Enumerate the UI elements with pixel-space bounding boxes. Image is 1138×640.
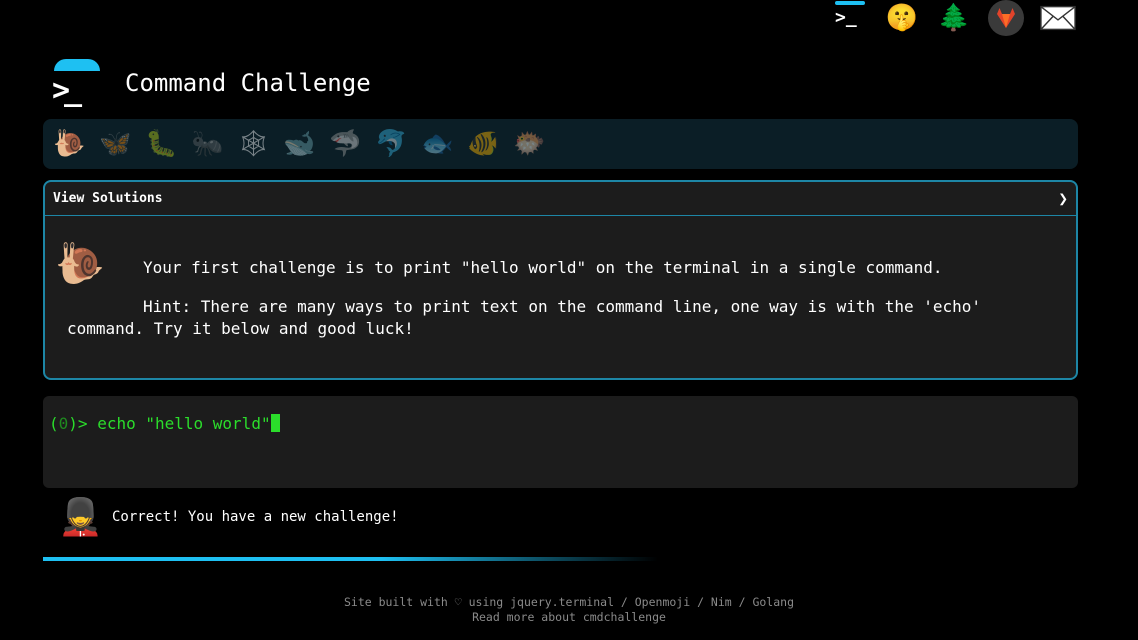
terminal-icon[interactable]: >_ (832, 0, 868, 36)
status-area: 💂 Correct! You have a new challenge! (58, 496, 399, 538)
exit-code: 0 (58, 414, 69, 433)
view-solutions-toggle[interactable]: View Solutions ❯ (45, 182, 1076, 216)
caterpillar-icon[interactable]: 🐛 (143, 126, 180, 163)
butterfly-icon[interactable]: 🦋 (97, 126, 134, 163)
progress-bar (43, 557, 658, 561)
ant-icon[interactable]: 🐜 (189, 126, 226, 163)
level-strip: 🐌 🦋 🐛 🐜 🕸 🐋 🦈 🐬 🐟 🐠 🐡 (43, 119, 1078, 169)
hint-text: Hint: There are many ways to print text … (67, 297, 982, 338)
blowfish-icon[interactable]: 🐡 (511, 126, 548, 163)
challenge-panel: View Solutions ❯ 🐌 Your first challenge … (43, 180, 1078, 380)
tree-icon[interactable]: 🌲 (936, 0, 972, 36)
command-input[interactable]: echo "hello world" (97, 414, 270, 433)
whale-icon[interactable]: 🐋 (281, 126, 318, 163)
chevron-right-icon: ❯ (1058, 189, 1068, 208)
gitlab-icon[interactable] (988, 0, 1024, 36)
shark-icon[interactable]: 🦈 (327, 126, 364, 163)
cursor (270, 414, 280, 432)
prompt-close: )> (68, 414, 98, 433)
footer: Site built with ♡ using jquery.terminal … (0, 595, 1138, 625)
logo-icon[interactable]: >_ (52, 59, 100, 108)
tropical-fish-icon[interactable]: 🐠 (465, 126, 502, 163)
spider-web-icon[interactable]: 🕸 (235, 126, 272, 163)
status-message: Correct! You have a new challenge! (112, 509, 399, 525)
shushing-face-icon[interactable]: 🤫 (884, 0, 920, 36)
site-header: >_ Command Challenge (52, 48, 371, 118)
snail-icon: 🐌 (55, 241, 105, 287)
top-nav: >_ 🤫 🌲 (832, 0, 1076, 36)
guard-icon: 💂 (58, 497, 103, 538)
terminal[interactable]: (0)> echo "hello world" (43, 396, 1078, 488)
challenge-text: Your first challenge is to print "hello … (143, 258, 943, 277)
mail-icon[interactable] (1040, 0, 1076, 36)
page-title: Command Challenge (125, 69, 371, 97)
prompt-line[interactable]: (0)> echo "hello world" (49, 414, 280, 433)
prompt-open: ( (49, 414, 59, 433)
footer-credits[interactable]: Site built with ♡ using jquery.terminal … (0, 595, 1138, 610)
dolphin-icon[interactable]: 🐬 (373, 126, 410, 163)
view-solutions-label: View Solutions (53, 191, 163, 206)
snail-icon[interactable]: 🐌 (51, 126, 88, 163)
fish-icon[interactable]: 🐟 (419, 126, 456, 163)
footer-about-link[interactable]: Read more about cmdchallenge (0, 610, 1138, 625)
